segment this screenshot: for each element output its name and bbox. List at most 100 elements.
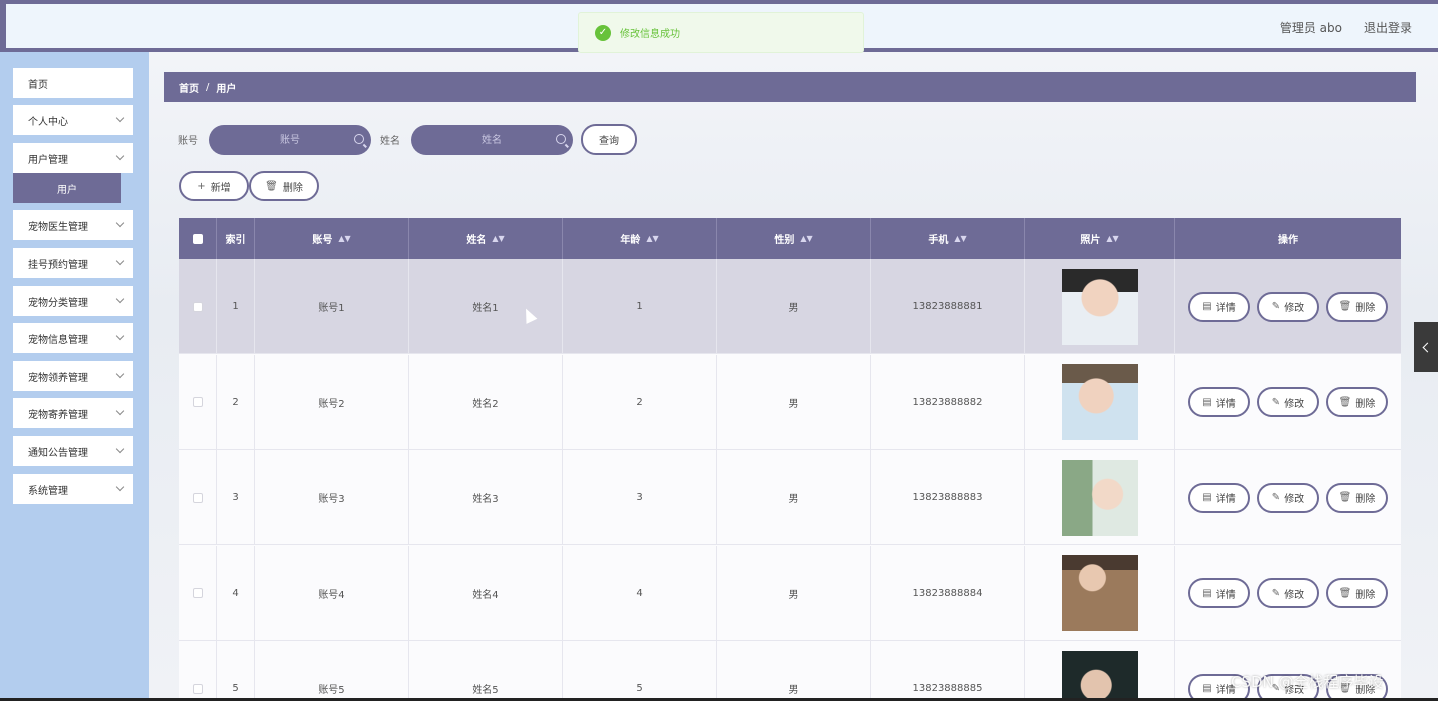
edit-label: 修改 [1284, 398, 1305, 410]
sidebar-item-appointment[interactable]: 挂号预约管理 [13, 248, 133, 278]
breadcrumb-current: 用户 [216, 83, 237, 95]
row-checkbox[interactable] [192, 588, 203, 598]
sidebar-item-pet-adoption[interactable]: 宠物领养管理 [13, 361, 133, 391]
header-phone[interactable]: 手机 ▲▼ [871, 218, 1025, 259]
select-all-checkbox[interactable] [192, 233, 203, 244]
user-photo [1061, 555, 1138, 631]
trash-icon: 🗑 [265, 180, 278, 192]
row-account: 账号3 [255, 450, 409, 545]
row-phone: 13823888883 [871, 450, 1025, 545]
logout-link[interactable]: 退出登录 [1364, 19, 1412, 36]
sidebar-item-label: 用户管理 [28, 154, 68, 166]
header-name[interactable]: 姓名 ▲▼ [409, 218, 563, 259]
row-checkbox[interactable] [192, 397, 203, 407]
edit-button[interactable]: ✎ 修改 [1257, 482, 1319, 513]
sidebar: 首页 个人中心 用户管理 用户 宠物医生管理 挂号预约管理 宠物分类管理 宠物信… [0, 52, 149, 701]
sidebar-item-label: 宠物领养管理 [28, 372, 88, 384]
edit-button[interactable]: ✎ 修改 [1257, 387, 1319, 417]
sidebar-subitem-users[interactable]: 用户 [13, 173, 121, 203]
delete-button[interactable]: 🗑 删除 [1326, 578, 1388, 608]
pencil-icon: ✎ [1271, 492, 1281, 503]
account-search-label: 账号 [178, 136, 198, 147]
account-search-input[interactable] [209, 125, 371, 155]
row-phone: 13823888885 [871, 641, 1025, 701]
table-row[interactable]: 5 账号5 姓名5 5 男 13823888885 ▤ 详情 ✎ 修改 🗑 删除 [179, 641, 1401, 701]
row-checkbox[interactable] [192, 301, 203, 312]
edit-label: 修改 [1284, 589, 1305, 601]
delete-button[interactable]: 🗑 删除 [1326, 387, 1388, 417]
row-name: 姓名3 [409, 450, 563, 545]
delete-label: 删除 [1355, 303, 1376, 314]
row-photo [1025, 354, 1175, 450]
sidebar-item-label: 首页 [28, 79, 48, 91]
collapse-panel-toggle[interactable] [1414, 322, 1438, 372]
sidebar-item-label: 挂号预约管理 [28, 259, 88, 271]
row-gender: 男 [717, 545, 871, 641]
sidebar-item-label: 宠物分类管理 [28, 297, 88, 309]
breadcrumb-home[interactable]: 首页 [179, 80, 199, 95]
sidebar-item-label: 宠物信息管理 [28, 334, 88, 346]
delete-button[interactable]: 🗑 删除 [1326, 291, 1388, 322]
query-button[interactable]: 查询 [581, 124, 637, 155]
sidebar-item-pet-category[interactable]: 宠物分类管理 [13, 286, 133, 316]
delete-label: 删除 [1355, 398, 1376, 410]
sidebar-item-home[interactable]: 首页 [13, 68, 133, 98]
delete-button-label: 删除 [282, 182, 303, 194]
table-row[interactable]: 1 账号1 姓名1 1 男 13823888881 ▤ 详情 ✎ 修改 🗑 删除 [179, 259, 1401, 354]
sidebar-item-pet-doctor[interactable]: 宠物医生管理 [13, 210, 133, 240]
batch-delete-button[interactable]: 🗑 删除 [249, 171, 319, 201]
document-icon: ▤ [1202, 683, 1212, 694]
detail-label: 详情 [1215, 303, 1236, 314]
pencil-icon: ✎ [1271, 396, 1281, 408]
row-age: 5 [563, 641, 717, 701]
detail-button[interactable]: ▤ 详情 [1188, 387, 1250, 417]
chevron-down-icon [115, 256, 125, 266]
sidebar-item-system[interactable]: 系统管理 [13, 474, 133, 504]
edit-button[interactable]: ✎ 修改 [1257, 291, 1319, 322]
sidebar-item-personal-center[interactable]: 个人中心 [13, 105, 133, 135]
row-checkbox[interactable] [192, 492, 203, 503]
document-icon: ▤ [1202, 396, 1212, 408]
detail-button[interactable]: ▤ 详情 [1188, 482, 1250, 513]
chevron-down-icon [115, 406, 125, 416]
row-age: 3 [563, 450, 717, 545]
detail-label: 详情 [1215, 398, 1236, 410]
row-age: 4 [563, 545, 717, 641]
edit-button[interactable]: ✎ 修改 [1257, 578, 1319, 608]
sidebar-item-pet-boarding[interactable]: 宠物寄养管理 [13, 398, 133, 428]
row-photo [1025, 545, 1175, 641]
table-row[interactable]: 3 账号3 姓名3 3 男 13823888883 ▤ 详情 ✎ 修改 🗑 删除 [179, 450, 1401, 545]
add-button[interactable]: + 新增 [179, 171, 249, 201]
chevron-down-icon [115, 294, 125, 304]
header-age[interactable]: 年龄 ▲▼ [563, 218, 717, 259]
sidebar-item-label: 个人中心 [28, 116, 68, 128]
sidebar-item-pet-info[interactable]: 宠物信息管理 [13, 323, 133, 353]
breadcrumb-separator: / [206, 81, 210, 93]
header-gender[interactable]: 性别 ▲▼ [717, 218, 871, 259]
table-header: 索引 账号 ▲▼ 姓名 ▲▼ 年龄 ▲▼ 性别 ▲▼ 手机 ▲▼ 照片 ▲▼ 操作 [179, 218, 1401, 259]
row-checkbox[interactable] [192, 683, 203, 694]
sort-icon: ▲▼ [954, 234, 967, 243]
user-photo [1061, 650, 1138, 701]
delete-label: 删除 [1355, 589, 1376, 601]
sidebar-item-notice[interactable]: 通知公告管理 [13, 436, 133, 466]
header-account[interactable]: 账号 ▲▼ [255, 218, 409, 259]
plus-icon: + [197, 180, 206, 192]
name-search-label: 姓名 [380, 136, 400, 147]
row-account: 账号4 [255, 545, 409, 641]
table-row[interactable]: 4 账号4 姓名4 4 男 13823888884 ▤ 详情 ✎ 修改 🗑 删除 [179, 545, 1401, 641]
detail-button[interactable]: ▤ 详情 [1188, 291, 1250, 322]
detail-button[interactable]: ▤ 详情 [1188, 578, 1250, 608]
table-row[interactable]: 2 账号2 姓名2 2 男 13823888882 ▤ 详情 ✎ 修改 🗑 删除 [179, 354, 1401, 450]
row-index: 3 [217, 450, 255, 545]
trash-icon: 🗑 [1338, 301, 1352, 312]
user-photo [1061, 364, 1138, 440]
pencil-icon: ✎ [1271, 301, 1281, 312]
sidebar-item-user-management[interactable]: 用户管理 [13, 143, 133, 173]
name-search-input[interactable] [411, 125, 573, 155]
header-photo[interactable]: 照片 ▲▼ [1025, 218, 1175, 259]
delete-button[interactable]: 🗑 删除 [1326, 482, 1388, 513]
header-label: 姓名 [466, 235, 487, 246]
edit-label: 修改 [1284, 494, 1305, 505]
search-icon [354, 134, 364, 144]
